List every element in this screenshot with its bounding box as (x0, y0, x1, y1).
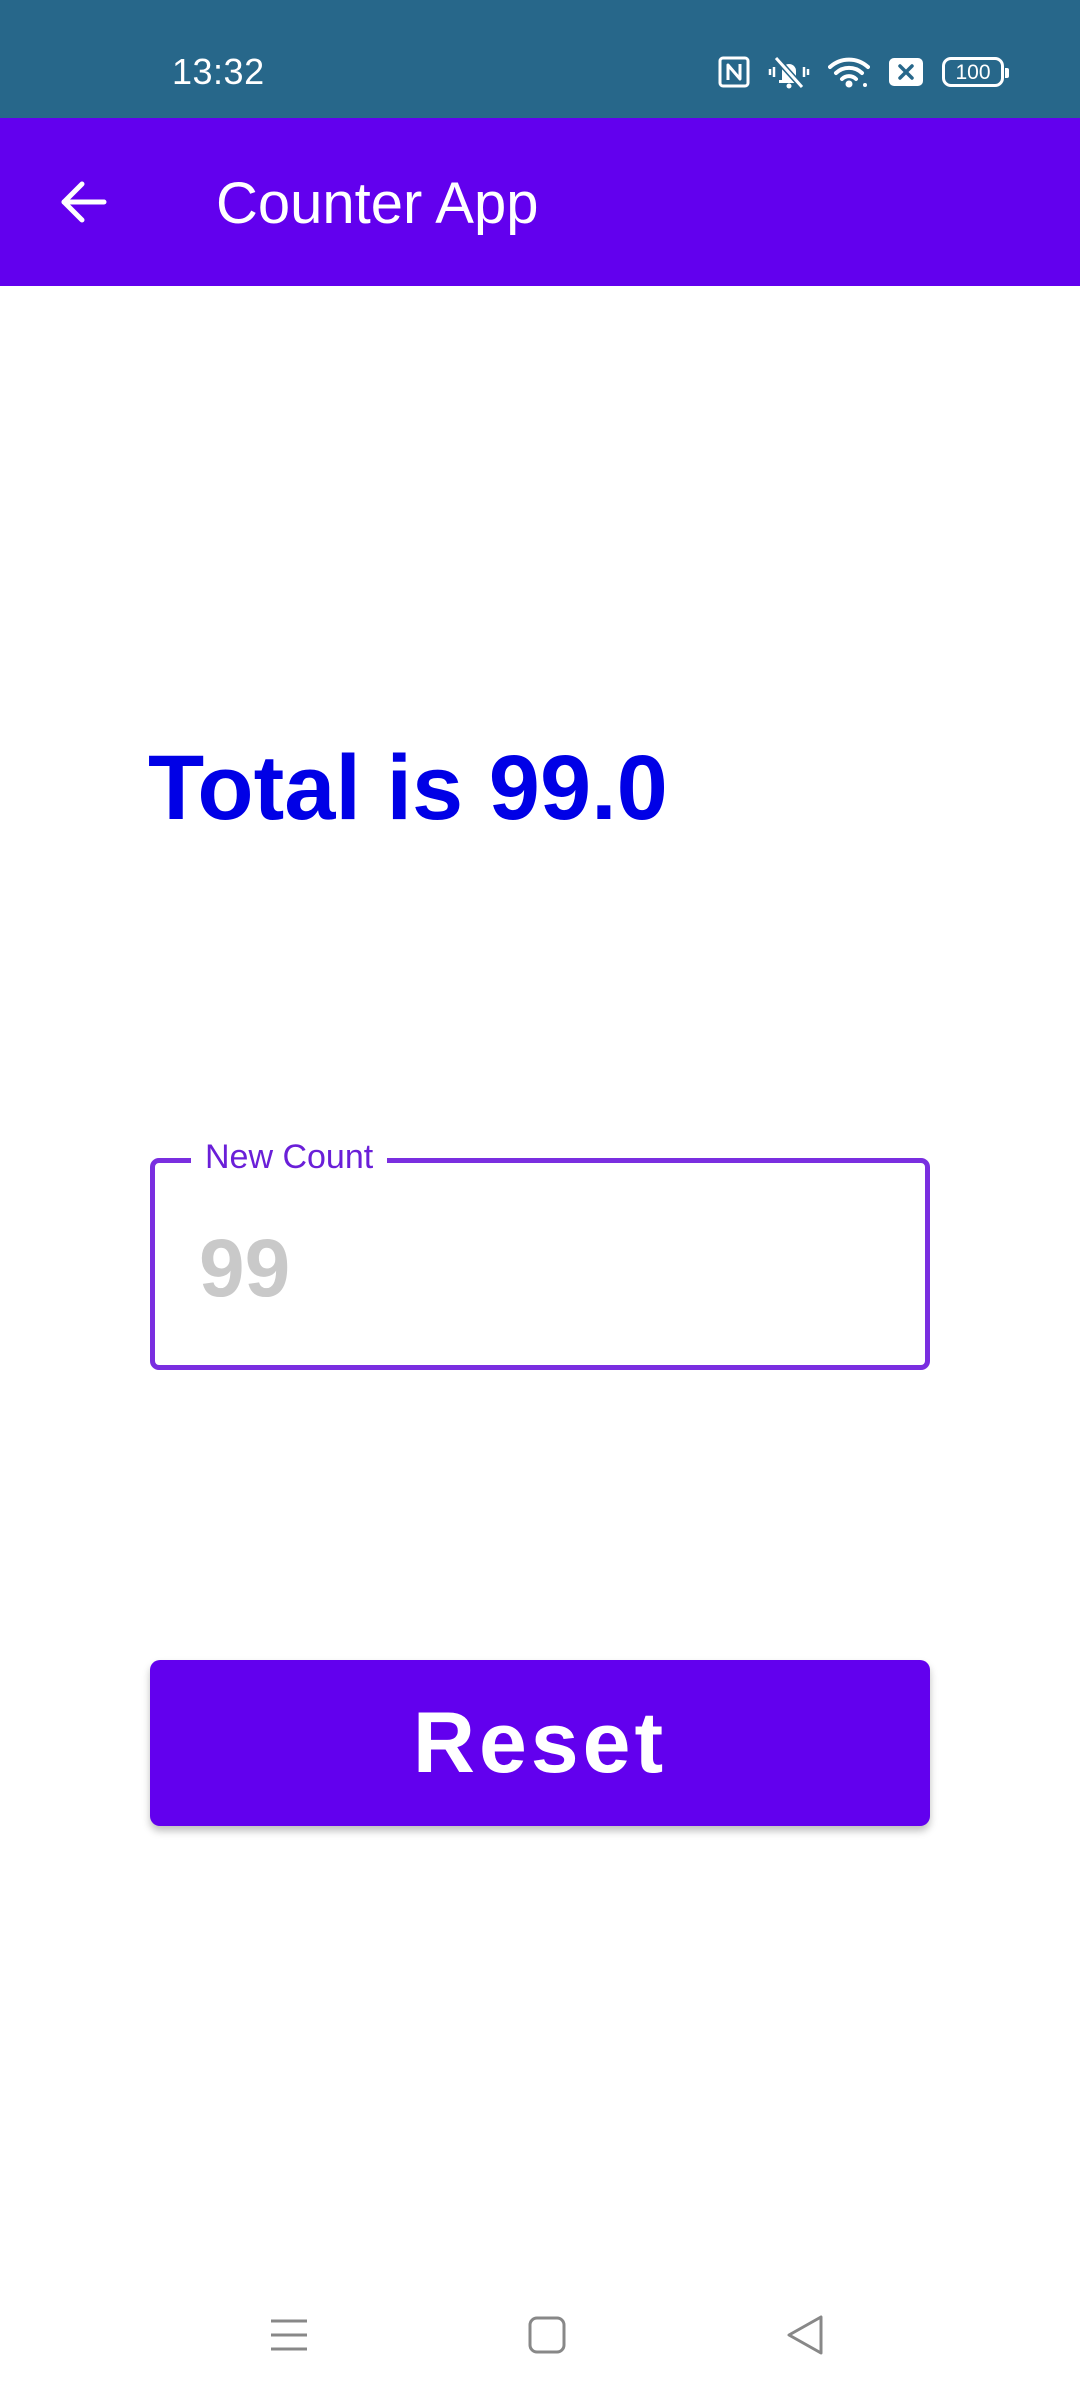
wifi-icon (828, 55, 870, 89)
total-text: Total is 99.0 (148, 737, 668, 839)
back-button[interactable] (44, 170, 124, 234)
home-button[interactable] (512, 2300, 582, 2370)
vibrate-off-icon (768, 55, 810, 89)
nav-back-button[interactable] (770, 2300, 840, 2370)
app-title: Counter App (216, 171, 539, 236)
new-count-label: New Count (191, 1135, 388, 1179)
new-count-input[interactable] (199, 1221, 879, 1317)
battery-level: 100 (955, 60, 991, 84)
battery-icon: 100 (942, 57, 1009, 87)
sim-off-icon (888, 57, 924, 87)
reset-button[interactable]: Reset (150, 1660, 930, 1826)
app-bar: Counter App (0, 118, 1080, 286)
status-bar: 13:32 100 (0, 0, 1080, 118)
new-count-field[interactable]: New Count (150, 1135, 930, 1370)
status-time: 13:32 (172, 51, 265, 92)
arrow-left-icon (61, 181, 107, 223)
home-icon (528, 2316, 566, 2354)
nfc-icon (718, 56, 750, 88)
menu-button[interactable] (254, 2300, 324, 2370)
menu-icon (271, 2319, 307, 2351)
navigation-bar (0, 2290, 1080, 2376)
status-icons: 100 (718, 52, 1009, 92)
back-triangle-icon (787, 2315, 823, 2355)
